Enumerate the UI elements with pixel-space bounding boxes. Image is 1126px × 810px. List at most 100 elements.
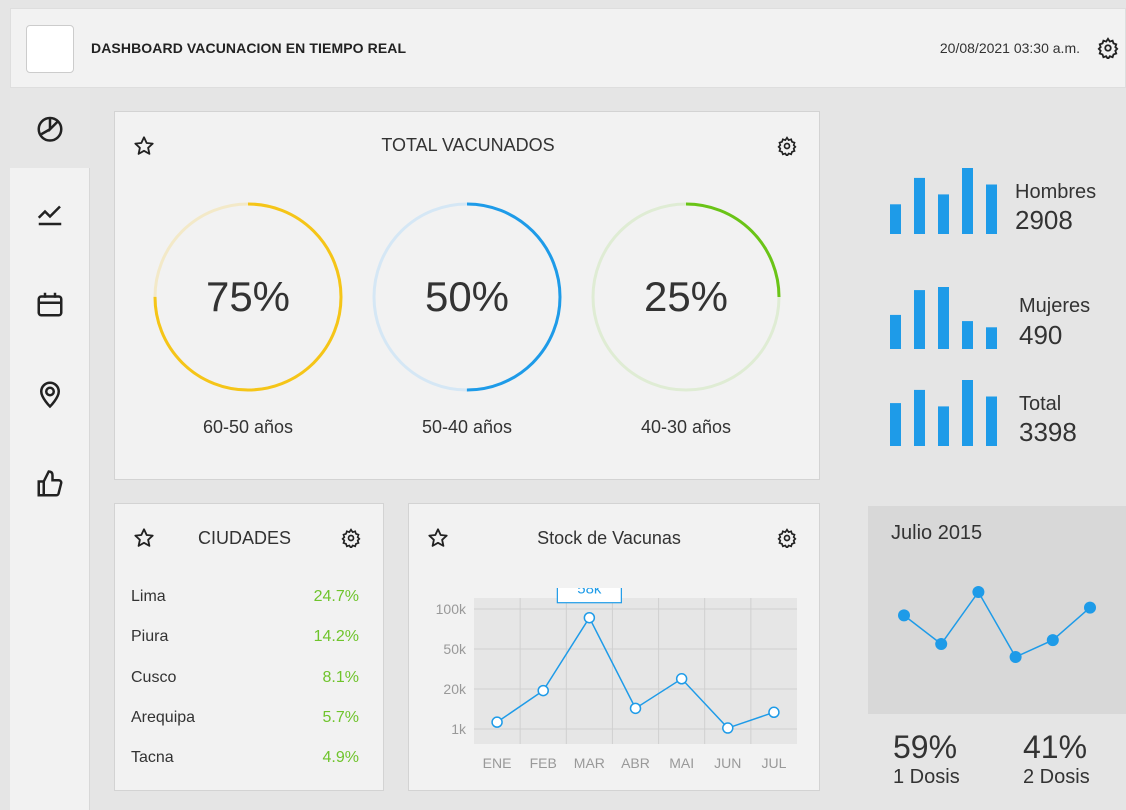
pie-chart-icon xyxy=(37,116,63,142)
city-percentage: 24.7% xyxy=(313,588,359,605)
bar-sparkline xyxy=(890,168,997,234)
series-line xyxy=(903,590,1091,658)
sidebar-item-line-chart[interactable] xyxy=(10,174,90,254)
sidebar-item-thumbs-up[interactable] xyxy=(10,444,90,524)
x-tick-label: JUN xyxy=(714,755,741,771)
sparkline-bar xyxy=(986,327,997,349)
sparkline-bar xyxy=(890,314,901,349)
city-percentage: 8.1% xyxy=(322,669,359,686)
x-tick-label: JUL xyxy=(761,755,786,771)
card-title: CIUDADES xyxy=(198,528,292,548)
bar-sparkline xyxy=(890,287,997,349)
ring-age-label: 50-40 años xyxy=(421,417,513,437)
sparkline-bar xyxy=(914,290,925,349)
page-title: DASHBOARD VACUNACION EN TIEMPO REAL xyxy=(91,40,407,56)
dose-label: 1 Dosis xyxy=(893,766,960,788)
sidebar-item-location[interactable] xyxy=(10,354,90,434)
list-item: Cusco 8.1% xyxy=(131,669,359,709)
progress-ring: 50% xyxy=(371,201,563,393)
progress-ring: 25% xyxy=(590,201,782,393)
data-point[interactable] xyxy=(1084,601,1096,614)
data-point[interactable] xyxy=(629,702,642,715)
plot-area xyxy=(474,598,797,744)
sparkline-bar xyxy=(962,321,973,349)
data-point[interactable] xyxy=(583,611,596,624)
sparkline-bar xyxy=(938,194,949,234)
ring-percentage: 50% xyxy=(424,273,510,320)
ring-age-label: 60-50 años xyxy=(202,417,294,437)
sparkline-bar xyxy=(890,204,901,234)
y-tick-label: 50k xyxy=(443,641,467,657)
stat-value: 2908 xyxy=(1015,205,1073,235)
dose-label: 2 Dosis xyxy=(1023,766,1090,788)
y-tick-label: 100k xyxy=(436,601,467,617)
list-item: Lima 24.7% xyxy=(131,588,359,628)
data-point[interactable] xyxy=(935,638,948,650)
progress-ring: 75% xyxy=(152,201,344,393)
current-datetime: 20/08/2021 03:30 a.m. xyxy=(939,40,1080,56)
dose-percentage: 41% xyxy=(1023,729,1088,765)
settings-gear-icon[interactable] xyxy=(1097,37,1119,59)
city-percentage: 4.9% xyxy=(322,749,359,766)
data-point[interactable] xyxy=(898,609,910,622)
data-point[interactable] xyxy=(537,684,549,697)
city-name: Tacna xyxy=(131,749,174,766)
top-bar: DASHBOARD VACUNACION EN TIEMPO REAL 20/0… xyxy=(10,8,1126,88)
sparkline-bar xyxy=(962,168,973,234)
ring-age-label: 40-30 años xyxy=(640,417,732,437)
stock-line-chart: 100k 50k 20k 1k ENE FEB MAR ABR MAI JUN JUL 58k xyxy=(436,588,797,771)
star-icon[interactable] xyxy=(133,527,155,549)
data-point[interactable] xyxy=(722,722,734,734)
cities-card: CIUDADES Lima 24.7% Piura 14.2% Cusco 8.… xyxy=(114,503,384,791)
gear-icon[interactable] xyxy=(341,528,361,548)
stat-label: Mujeres xyxy=(1019,295,1091,317)
list-item: Arequipa 5.7% xyxy=(131,709,359,749)
list-item: Piura 14.2% xyxy=(131,628,359,668)
sparkline-bar xyxy=(914,389,925,446)
sparkline-bar xyxy=(914,177,925,234)
july-trend-panel: Julio 2015 xyxy=(868,506,1126,714)
ring-percentage: 75% xyxy=(205,273,291,320)
card-title: Stock de Vacunas xyxy=(537,528,681,548)
sidebar-item-calendar[interactable] xyxy=(10,264,90,344)
city-percentage: 14.2% xyxy=(313,628,359,645)
ring-percentage: 25% xyxy=(643,273,729,320)
stat-value: 490 xyxy=(1019,320,1063,350)
x-tick-label: FEB xyxy=(530,755,557,771)
total-vaccinated-card: TOTAL VACUNADOS 75% 60-50 años 50% 50-40… xyxy=(114,111,820,480)
data-point[interactable] xyxy=(1046,634,1059,647)
sidebar-item-pie-chart[interactable] xyxy=(10,88,90,168)
sparkline-bar xyxy=(962,380,973,446)
data-point[interactable] xyxy=(1009,651,1022,663)
panel-title: Julio 2015 xyxy=(891,522,983,544)
location-pin-icon xyxy=(39,381,61,409)
bar-sparkline xyxy=(890,380,997,446)
x-tick-label: MAI xyxy=(669,755,694,771)
x-tick-label: ENE xyxy=(483,755,512,771)
city-name: Arequipa xyxy=(131,709,196,726)
data-point[interactable] xyxy=(768,706,780,719)
stat-label: Total xyxy=(1019,393,1062,415)
gear-icon[interactable] xyxy=(777,136,797,156)
sparkline-bar xyxy=(938,287,949,349)
dose-percentage: 59% xyxy=(893,729,958,765)
stat-label: Hombres xyxy=(1015,181,1097,203)
city-name: Piura xyxy=(131,628,169,645)
sparkline-bar xyxy=(986,396,997,446)
thumbs-up-icon xyxy=(37,470,63,497)
y-tick-label: 20k xyxy=(443,681,467,697)
stat-value: 3398 xyxy=(1019,417,1077,447)
data-point[interactable] xyxy=(675,673,688,685)
sidebar xyxy=(10,88,90,810)
data-point[interactable] xyxy=(491,716,503,728)
line-chart-icon xyxy=(37,205,62,226)
list-item: Tacna 4.9% xyxy=(131,749,359,789)
x-tick-label: ABR xyxy=(621,755,650,771)
calendar-icon xyxy=(37,292,63,317)
sparkline-bar xyxy=(890,403,901,446)
sparkline-bar xyxy=(986,184,997,234)
gear-icon[interactable] xyxy=(777,528,797,548)
data-point[interactable] xyxy=(972,586,985,598)
app-logo[interactable] xyxy=(26,25,74,73)
tooltip-label: 58k xyxy=(577,588,602,598)
